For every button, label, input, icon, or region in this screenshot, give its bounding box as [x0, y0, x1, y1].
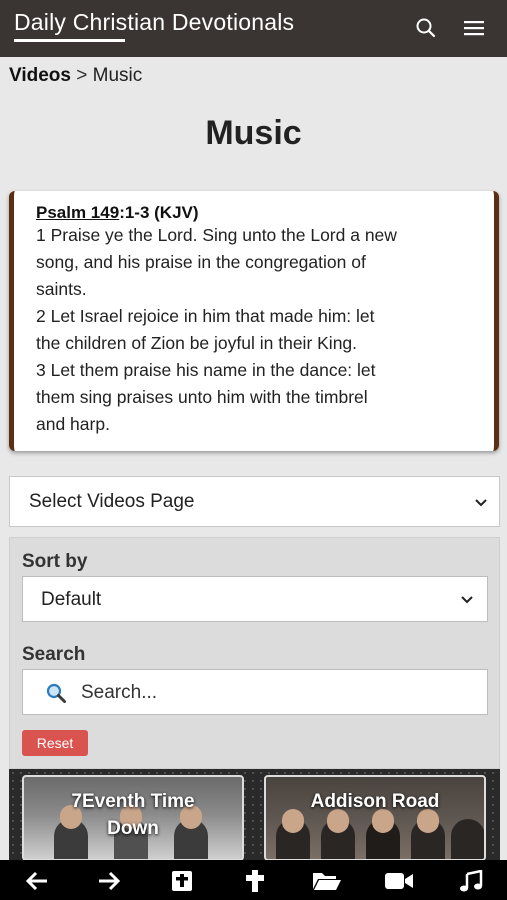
sort-by-select[interactable]: Default: [22, 576, 488, 622]
music-note-icon[interactable]: [459, 870, 483, 892]
filter-panel: Sort by Default Search Search... Reset: [9, 537, 500, 769]
video-title-line: 7Eventh Time: [71, 791, 195, 812]
search-label: Search: [22, 644, 86, 665]
video-camera-icon[interactable]: [384, 870, 414, 892]
videos-page-select-value: Select Videos Page: [29, 491, 195, 512]
chevron-down-icon: [475, 499, 487, 507]
search-placeholder: Search...: [81, 682, 158, 703]
video-tile[interactable]: Addison Road: [264, 775, 486, 861]
verse-line: 2 Let Israel rejoice in him that made hi…: [36, 306, 375, 326]
breadcrumb: Videos > Music: [9, 65, 142, 87]
chevron-down-icon: [461, 596, 473, 604]
verse-line: saints.: [36, 279, 87, 299]
breadcrumb-videos-link[interactable]: Videos: [9, 65, 71, 86]
verse-reference: Psalm 149:1-3 (KJV): [36, 203, 476, 222]
video-title: 7Eventh Time Down: [24, 788, 242, 842]
sort-by-label: Sort by: [22, 551, 88, 572]
video-title-line: Down: [107, 818, 159, 839]
title-underline: [14, 39, 125, 42]
page-title: Music: [205, 114, 302, 152]
verse-book-link[interactable]: Psalm 149: [36, 203, 119, 222]
verse-line: and harp.: [36, 414, 110, 434]
video-title-line: Addison Road: [310, 791, 440, 812]
bible-icon[interactable]: [170, 870, 194, 892]
reset-button[interactable]: Reset: [22, 730, 88, 756]
verse-line: song, and his praise in the congregation…: [36, 252, 366, 272]
video-grid: 7Eventh Time Down Addison Road: [9, 769, 500, 861]
search-icon[interactable]: [414, 16, 438, 40]
bottom-nav-bar: [0, 860, 507, 900]
hamburger-menu-icon[interactable]: [462, 16, 486, 40]
verse-reference-rest: :1-3 (KJV): [119, 203, 199, 222]
forward-arrow-icon[interactable]: [97, 870, 121, 892]
magnifier-icon: [46, 683, 66, 703]
folder-icon[interactable]: [312, 870, 342, 892]
video-title: Addison Road: [266, 788, 484, 815]
verse-line: 1 Praise ye the Lord. Sing unto the Lord…: [36, 225, 397, 245]
verse-line: the children of Zion be joyful in their …: [36, 333, 358, 353]
breadcrumb-current: Music: [92, 65, 143, 86]
artist-photo: [451, 819, 484, 859]
cross-icon[interactable]: [243, 870, 267, 892]
sort-by-value: Default: [41, 589, 102, 610]
back-arrow-icon[interactable]: [25, 870, 49, 892]
video-tile[interactable]: 7Eventh Time Down: [22, 775, 244, 861]
site-title[interactable]: Daily Christian Devotionals: [14, 9, 294, 36]
breadcrumb-separator: >: [76, 65, 88, 86]
videos-page-select[interactable]: Select Videos Page: [9, 476, 500, 527]
verse-line: 3 Let them praise his name in the dance:…: [36, 360, 376, 380]
search-input[interactable]: Search...: [22, 669, 488, 715]
top-app-bar: Daily Christian Devotionals: [0, 0, 507, 57]
verse-card: Psalm 149:1-3 (KJV) 1 Praise ye the Lord…: [9, 191, 499, 451]
verse-line: them sing praises unto him with the timb…: [36, 387, 368, 407]
